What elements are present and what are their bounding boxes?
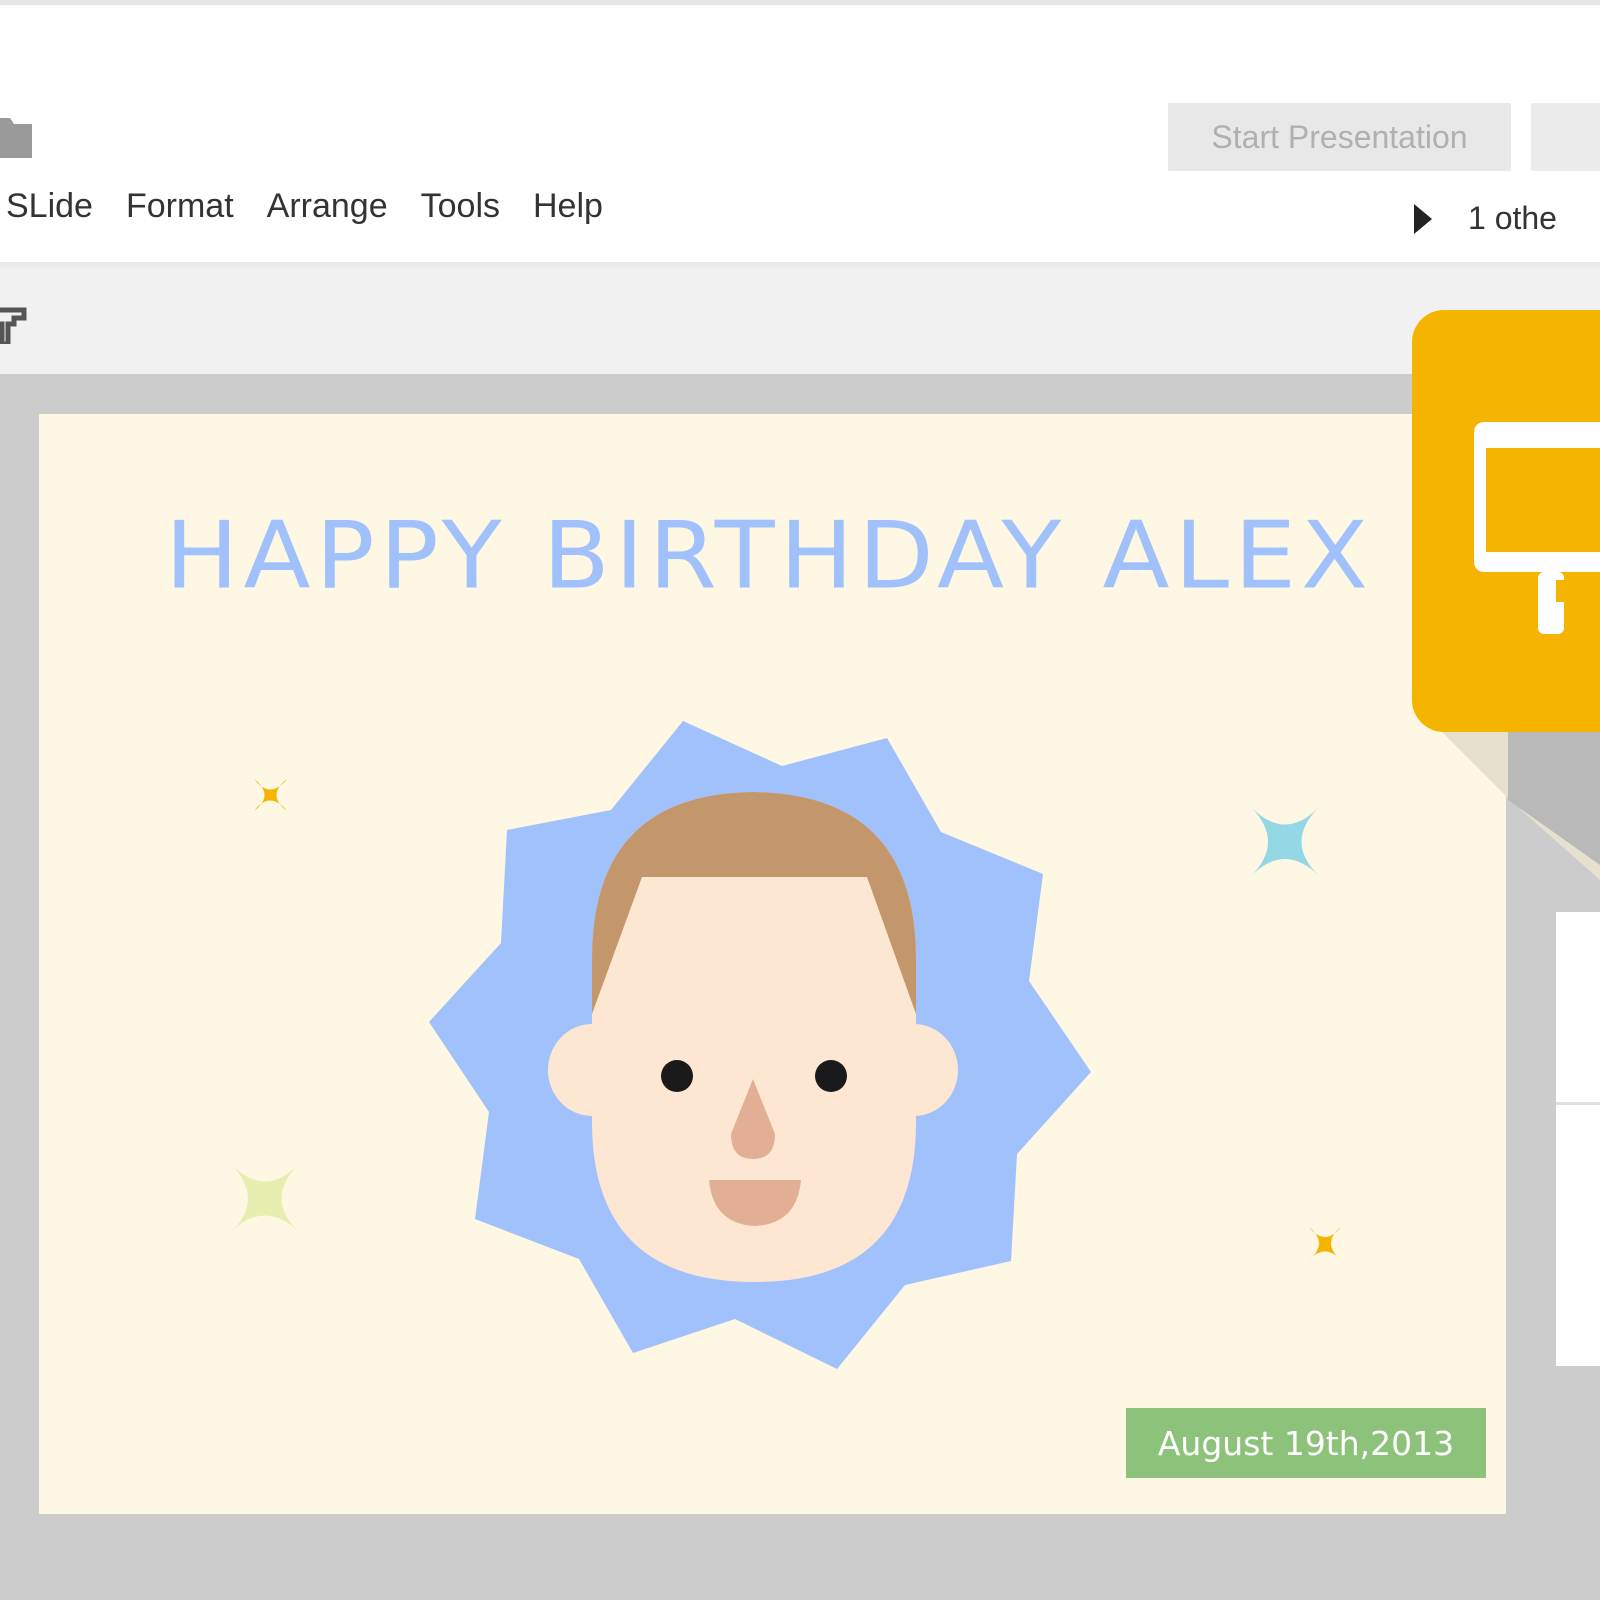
sparkle-orange-right <box>1309 1227 1341 1260</box>
menu-item-slide[interactable]: SLide <box>6 186 93 226</box>
menu-item-arrange[interactable]: Arrange <box>267 186 388 226</box>
toolbar <box>0 270 1600 374</box>
collaborators-indicator[interactable]: 1 othe <box>1414 200 1557 237</box>
header-divider <box>0 262 1600 270</box>
start-presentation-button[interactable]: Start Presentation <box>1168 103 1511 171</box>
slides-app-tile[interactable] <box>1412 310 1600 732</box>
play-icon <box>1414 203 1432 234</box>
menu-item-tools[interactable]: Tools <box>421 186 500 226</box>
date-badge[interactable]: August 19th,2013 <box>1126 1408 1486 1478</box>
folder-icon[interactable] <box>0 118 32 158</box>
sparkle-green <box>231 1164 299 1232</box>
slide[interactable]: HAPPY BIRTHDAY ALEX August 19th,2013 <box>39 414 1506 1514</box>
side-panel-divider <box>1556 1102 1600 1105</box>
paint-format-icon[interactable] <box>0 304 30 344</box>
sparkle-blue <box>1251 807 1319 876</box>
menu-bar: SLide Format Arrange Tools Help <box>6 186 636 226</box>
slide-title[interactable]: HAPPY BIRTHDAY ALEX <box>159 502 1379 610</box>
collaborators-label: 1 othe <box>1468 200 1557 236</box>
sparkle-orange-left <box>254 779 287 811</box>
presentation-options-button[interactable] <box>1531 103 1600 171</box>
slides-logo-icon <box>1474 422 1600 634</box>
tile-shadow <box>1430 720 1600 880</box>
menu-item-format[interactable]: Format <box>126 186 234 226</box>
side-panel <box>1556 912 1600 1366</box>
menu-item-help[interactable]: Help <box>533 186 603 226</box>
